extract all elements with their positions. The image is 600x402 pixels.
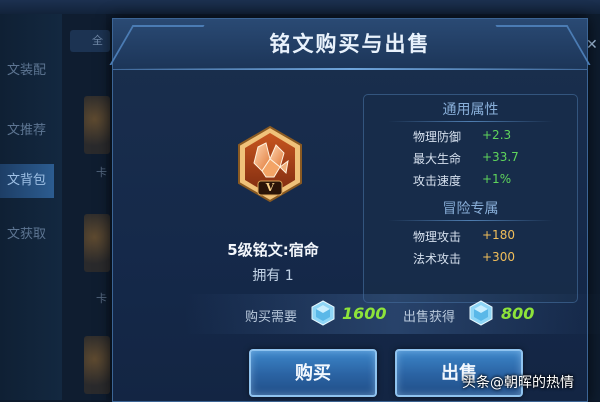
rune-card[interactable] bbox=[84, 336, 110, 394]
crystal-gem-icon bbox=[469, 300, 493, 326]
attribute-value: +180 bbox=[482, 228, 515, 242]
filter-tab-label: 全 bbox=[92, 34, 103, 47]
header-glow bbox=[113, 68, 587, 70]
buy-cost-value: 1600 bbox=[342, 304, 387, 323]
general-attributes-title: 通用属性 bbox=[442, 102, 499, 118]
attribute-row: 物理攻击 +180 bbox=[364, 228, 577, 248]
buy-button[interactable]: 购买 bbox=[249, 349, 377, 397]
attribute-value: +33.7 bbox=[482, 150, 519, 164]
attribute-row: 攻击速度 +1% bbox=[364, 172, 577, 192]
attribute-label: 法术攻击 bbox=[412, 252, 461, 266]
watermark: 头条@朝晖的热情 bbox=[462, 372, 574, 392]
rune-level-numeral: V bbox=[265, 181, 275, 194]
watermark-prefix: 头条 bbox=[462, 375, 490, 391]
watermark-at: @ bbox=[490, 375, 504, 391]
section-divider bbox=[388, 121, 553, 122]
section-divider bbox=[388, 220, 553, 221]
nav-item-rune-equip[interactable]: 文装配 bbox=[0, 54, 54, 88]
attributes-panel: 通用属性 物理防御 +2.3 最大生命 +33.7 攻击速度 +1% 冒险专属 … bbox=[363, 94, 578, 303]
attribute-value: +300 bbox=[482, 250, 515, 264]
rune-card-label: 卡 bbox=[96, 292, 107, 305]
attribute-label: 物理防御 bbox=[412, 130, 461, 144]
buy-sell-dialog: 铭文购买与出售 V 5级铭文:宿命 拥有 1 通用属性 物理防御 +2.3 最大… bbox=[109, 18, 600, 402]
price-row: 购买需要 1600 出售获得 800 bbox=[185, 294, 600, 334]
side-nav: 文装配 文推荐 文背包 文获取 bbox=[0, 14, 62, 400]
filter-tab-all[interactable]: 全 bbox=[70, 30, 110, 52]
attribute-label: 最大生命 bbox=[412, 152, 461, 166]
nav-item-rune-obtain[interactable]: 文获取 bbox=[0, 218, 54, 252]
dialog-header: 铭文购买与出售 bbox=[109, 19, 591, 70]
right-edge bbox=[586, 14, 600, 400]
buy-cost-label: 购买需要 bbox=[245, 310, 298, 325]
attribute-value: +1% bbox=[482, 172, 512, 186]
crystal-gem-icon bbox=[311, 300, 335, 326]
adventure-attributes-title: 冒险专属 bbox=[442, 201, 499, 217]
nav-item-rune-bag[interactable]: 文背包 bbox=[0, 164, 54, 198]
watermark-handle: 朝晖的热情 bbox=[504, 375, 574, 391]
rune-card[interactable] bbox=[84, 214, 110, 272]
attribute-label: 物理攻击 bbox=[412, 230, 461, 244]
dialog-title: 铭文购买与出售 bbox=[269, 32, 431, 56]
rune-card-label: 卡 bbox=[96, 166, 107, 179]
item-name: 5级铭文:宿命 bbox=[227, 241, 319, 259]
attribute-value: +2.3 bbox=[482, 128, 512, 142]
sell-gain-label: 出售获得 bbox=[403, 310, 456, 325]
sell-gain-value: 800 bbox=[501, 304, 535, 323]
owned-count: 拥有 1 bbox=[252, 268, 294, 284]
nav-item-rune-recommend[interactable]: 文推荐 bbox=[0, 114, 54, 148]
close-icon[interactable]: ✕ bbox=[586, 34, 600, 56]
top-bar bbox=[0, 0, 600, 14]
attribute-row: 物理防御 +2.3 bbox=[364, 128, 577, 148]
rune-card[interactable] bbox=[84, 96, 110, 154]
attribute-row: 最大生命 +33.7 bbox=[364, 150, 577, 170]
attribute-row: 法术攻击 +300 bbox=[364, 250, 577, 270]
attribute-label: 攻击速度 bbox=[412, 174, 461, 188]
